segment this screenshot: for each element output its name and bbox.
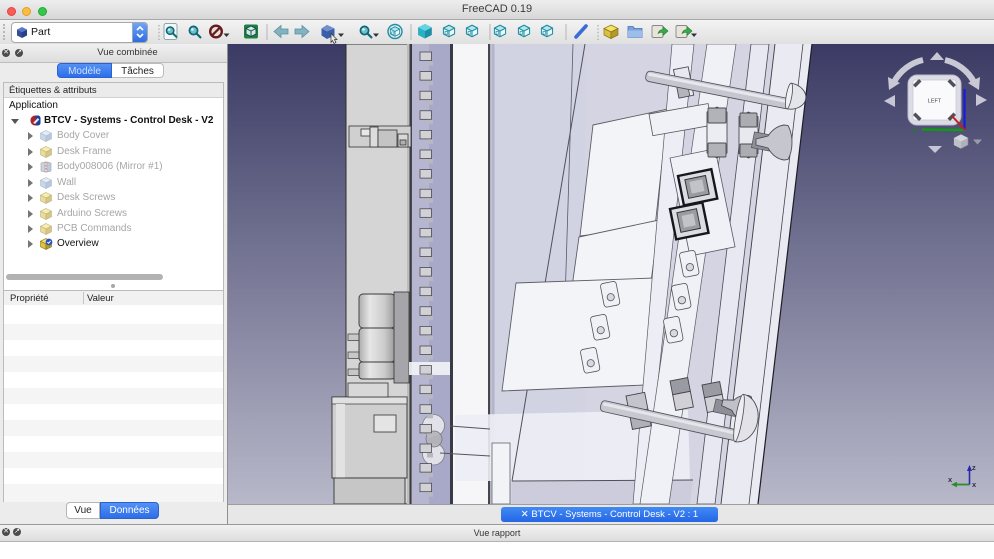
svg-text:Y: Y	[912, 128, 917, 135]
svg-text:LEFT: LEFT	[928, 99, 942, 105]
svg-text:z: z	[972, 463, 976, 472]
